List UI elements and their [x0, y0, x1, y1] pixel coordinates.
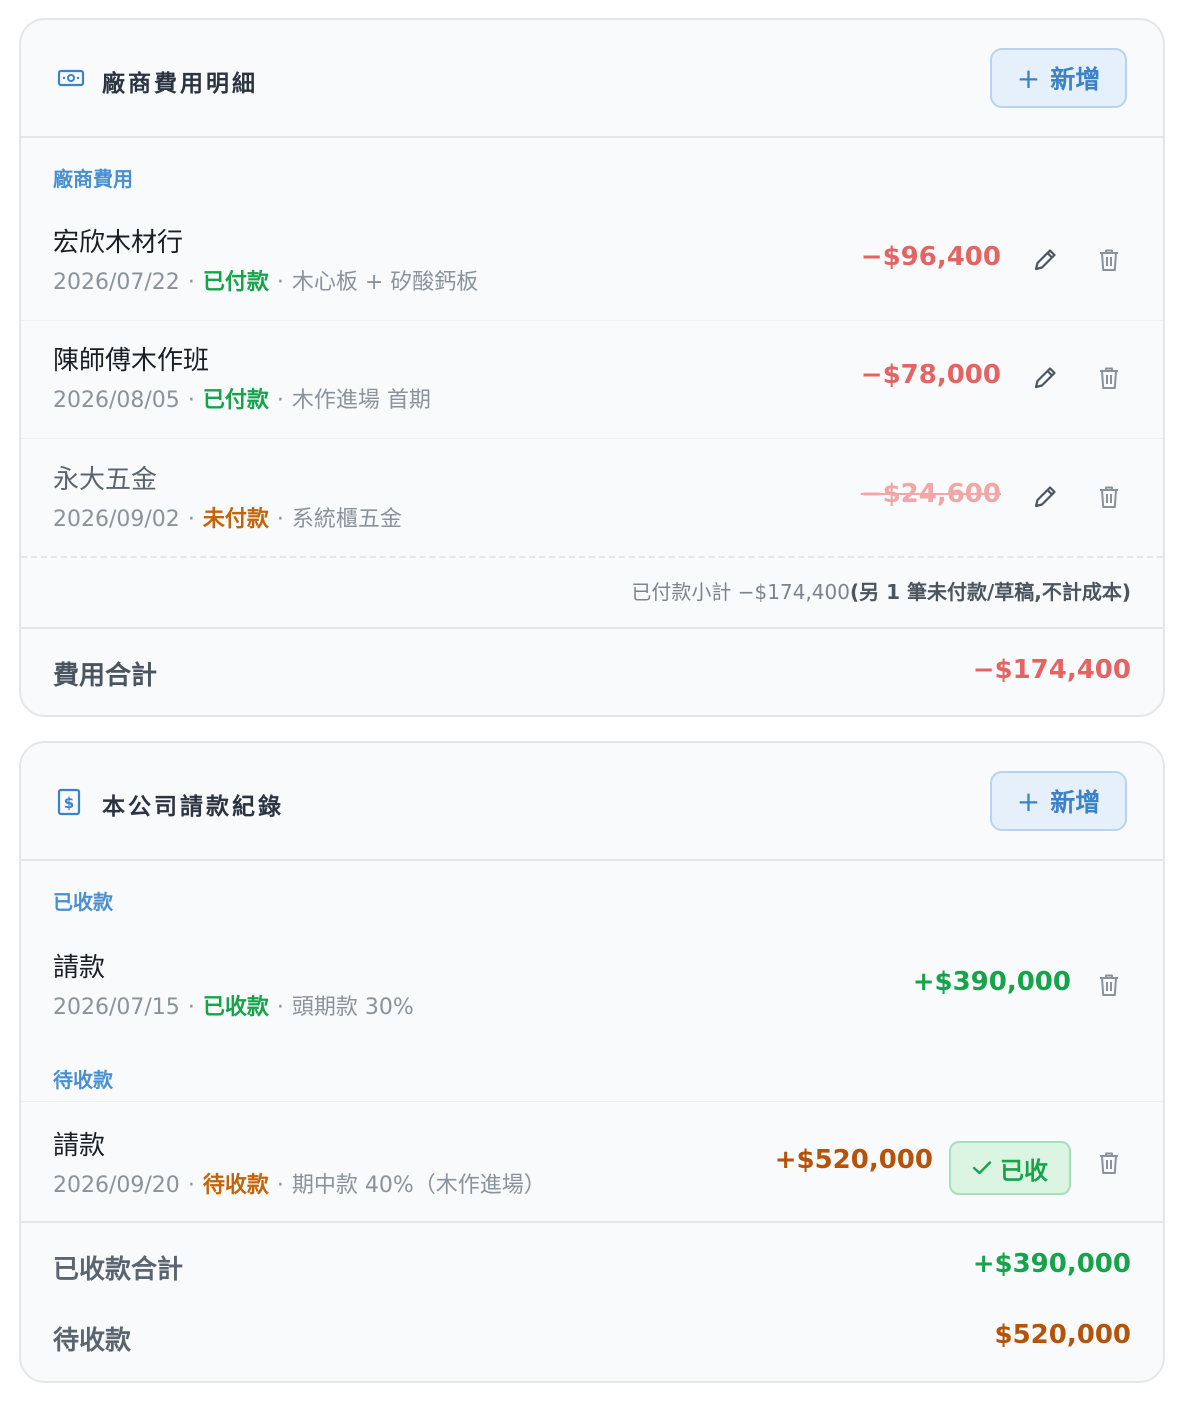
received-total-value: +$390,000 — [972, 1249, 1131, 1279]
section-label-received: 已收款 — [53, 890, 113, 914]
plus-icon: + — [1016, 61, 1041, 95]
section-label-pending: 待收款 — [53, 1068, 113, 1092]
status-badge: 已付款 — [202, 270, 269, 295]
total-value: −$174,400 — [972, 655, 1131, 685]
row-divider — [21, 1101, 1163, 1102]
trash-icon[interactable] — [1095, 364, 1123, 392]
expense-meta: 2026/08/05 · 已付款 · 木作進場 首期 — [53, 388, 431, 413]
expense-meta: 2026/09/02 · 未付款 · 系統櫃五金 — [53, 507, 402, 532]
invoice-date: 2026/09/20 — [53, 1173, 180, 1198]
expense-date: 2026/09/02 — [53, 507, 180, 532]
pencil-icon[interactable] — [1031, 364, 1059, 392]
row-divider — [21, 320, 1163, 321]
add-button-label: 新增 — [1050, 788, 1101, 817]
card-header: $ 本公司請款紀錄 + 新增 — [21, 743, 1163, 861]
received-total-row: 已收款合計 +$390,000 — [21, 1231, 1163, 1301]
plus-icon: + — [1016, 784, 1041, 818]
check-icon — [972, 1161, 992, 1175]
invoice-amount: +$390,000 — [912, 967, 1071, 997]
invoice-name: 請款 — [53, 953, 106, 983]
invoice-note: 期中款 40%（木作進場） — [291, 1173, 546, 1198]
invoice-date: 2026/07/15 — [53, 995, 180, 1020]
card-title: 本公司請款紀錄 — [102, 794, 284, 820]
expense-meta: 2026/07/22 · 已付款 · 木心板 + 矽酸鈣板 — [53, 270, 479, 295]
mark-received-label: 已收 — [1000, 1156, 1048, 1185]
row-divider — [21, 556, 1163, 558]
trash-icon[interactable] — [1095, 1149, 1123, 1177]
vendor-name: 永大五金 — [53, 465, 158, 495]
expense-amount: −$24,600 — [860, 479, 1001, 509]
pending-total-value: $520,000 — [994, 1320, 1131, 1350]
invoice-row: 請款 2026/09/20 · 待收款 · 期中款 40%（木作進場） +$520,00… — [21, 1113, 1163, 1231]
expense-amount: −$78,000 — [860, 360, 1001, 390]
invoice-name: 請款 — [53, 1131, 106, 1161]
card-title: 廠商費用明細 — [102, 71, 258, 97]
invoice-amount: +$520,000 — [774, 1145, 933, 1175]
pencil-icon[interactable] — [1031, 483, 1059, 511]
expense-row: 陳師傅木作班 2026/08/05 · 已付款 · 木作進場 首期 −$78,000 — [21, 328, 1163, 446]
trash-icon[interactable] — [1095, 246, 1123, 274]
invoice-row: 請款 2026/07/15 · 已收款 · 頭期款 30% +$390,000 — [21, 935, 1163, 1053]
vendor-name: 宏欣木材行 — [53, 228, 184, 258]
invoice-dollar-icon: $ — [57, 788, 81, 816]
paid-subtotal: 已付款小計 −$174,400(另 1 筆未付款/草稿,不計成本) — [631, 576, 1131, 605]
total-label: 費用合計 — [53, 661, 158, 691]
status-badge: 待收款 — [202, 1173, 269, 1198]
received-total-label: 已收款合計 — [53, 1255, 184, 1285]
status-badge: 已付款 — [202, 388, 269, 413]
status-badge: 已收款 — [202, 995, 269, 1020]
invoice-note: 頭期款 30% — [291, 995, 414, 1020]
expense-note: 木心板 + 矽酸鈣板 — [291, 270, 479, 295]
vendor-expenses-card: 廠商費用明細 + 新增 廠商費用 宏欣木材行 2026/07/22 · 已付款 · 木心… — [19, 18, 1165, 717]
expense-note: 木作進場 首期 — [291, 388, 431, 413]
expense-note: 系統櫃五金 — [291, 507, 402, 532]
card-header: 廠商費用明細 + 新增 — [21, 20, 1163, 138]
pending-total-label: 待收款 — [53, 1326, 132, 1356]
cash-icon — [57, 69, 85, 87]
row-divider — [21, 438, 1163, 439]
company-invoices-card: $ 本公司請款紀錄 + 新增 已收款 請款 2026/07/15 · 已收款 · 頭期款… — [19, 741, 1165, 1383]
expense-date: 2026/08/05 — [53, 388, 180, 413]
pending-total-row: 待收款 $520,000 — [21, 1302, 1163, 1372]
subtotal-label: 已付款小計 — [631, 580, 732, 604]
add-expense-button[interactable]: + 新增 — [990, 48, 1127, 108]
invoice-totals: 已收款合計 +$390,000 待收款 $520,000 — [21, 1221, 1163, 1381]
expense-date: 2026/07/22 — [53, 270, 180, 295]
invoice-meta: 2026/09/20 · 待收款 · 期中款 40%（木作進場） — [53, 1173, 546, 1198]
pencil-icon[interactable] — [1031, 246, 1059, 274]
invoice-meta: 2026/07/15 · 已收款 · 頭期款 30% — [53, 995, 414, 1020]
expense-total-row: 費用合計 −$174,400 — [21, 627, 1163, 715]
expense-row: 永大五金 2026/09/02 · 未付款 · 系統櫃五金 −$24,600 — [21, 447, 1163, 565]
section-label-vendor-expenses: 廠商費用 — [53, 167, 133, 191]
add-invoice-button[interactable]: + 新增 — [990, 771, 1127, 831]
svg-text:$: $ — [64, 794, 74, 812]
expense-amount: −$96,400 — [860, 242, 1001, 272]
subtotal-value: −$174,400 — [737, 580, 850, 604]
subtotal-note: (另 1 筆未付款/草稿,不計成本) — [849, 580, 1131, 604]
add-button-label: 新增 — [1050, 65, 1101, 94]
expense-row: 宏欣木材行 2026/07/22 · 已付款 · 木心板 + 矽酸鈣板 −$96,400 — [21, 210, 1163, 328]
trash-icon[interactable] — [1095, 971, 1123, 999]
trash-icon[interactable] — [1095, 483, 1123, 511]
mark-received-button[interactable]: 已收 — [949, 1141, 1071, 1195]
vendor-name: 陳師傅木作班 — [53, 346, 210, 376]
status-badge: 未付款 — [202, 507, 269, 532]
